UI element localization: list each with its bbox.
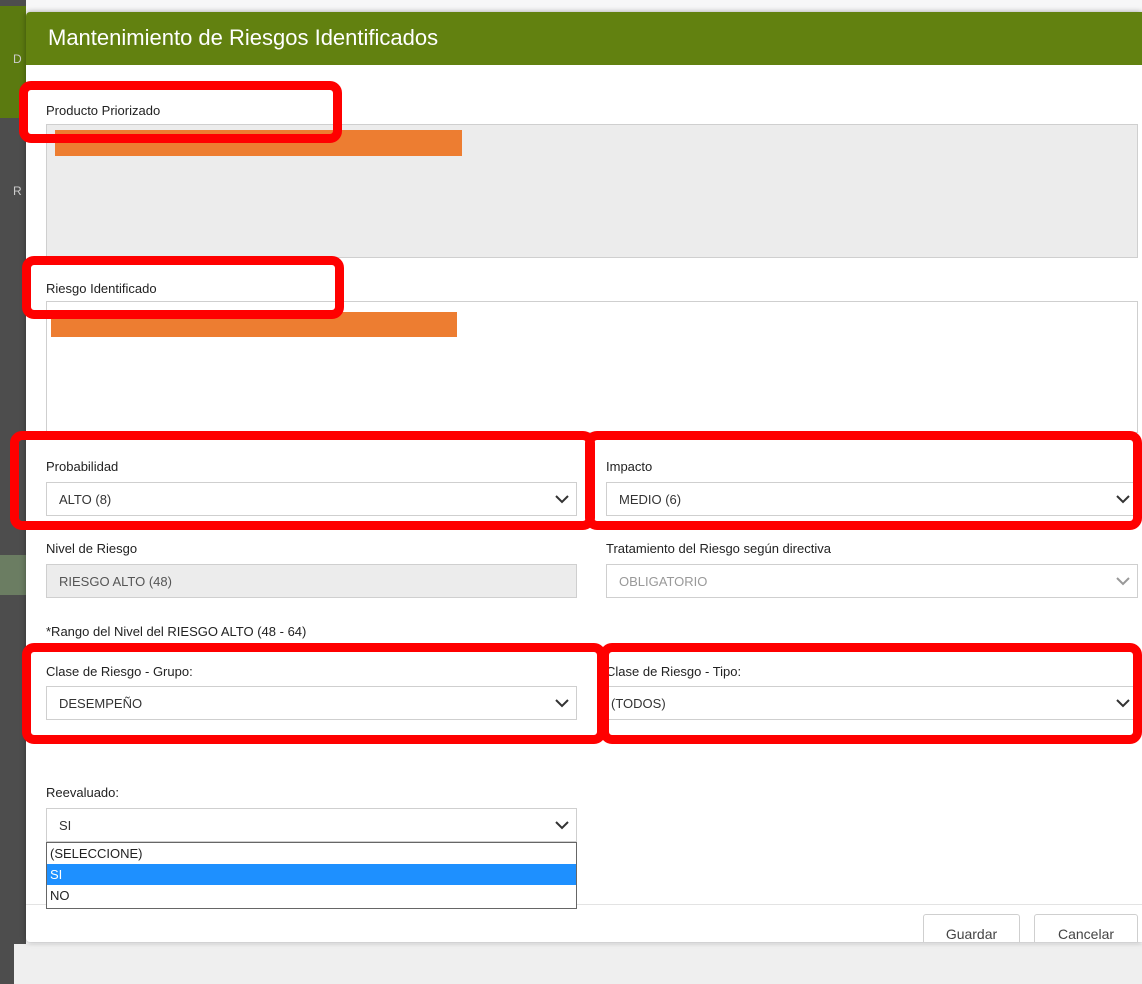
save-button[interactable]: Guardar xyxy=(923,914,1020,942)
background-text-fragment: D xyxy=(13,52,22,66)
background-row xyxy=(0,555,26,595)
reevaluado-value: SI xyxy=(59,817,72,833)
nivel-label: Nivel de Riesgo xyxy=(46,541,138,556)
highlight-box xyxy=(19,81,342,143)
highlight-box xyxy=(10,431,595,530)
cancel-button[interactable]: Cancelar xyxy=(1034,914,1138,942)
tratamiento-select: OBLIGATORIO xyxy=(606,564,1138,598)
modal-header: Mantenimiento de Riesgos Identificados xyxy=(26,12,1142,65)
chevron-down-icon xyxy=(1109,576,1137,586)
dropdown-option-seleccione[interactable]: (SELECCIONE) xyxy=(47,843,576,864)
chevron-down-icon xyxy=(548,820,576,830)
tratamiento-label: Tratamiento del Riesgo según directiva xyxy=(606,541,831,556)
highlight-box xyxy=(600,643,1142,744)
nivel-field: RIESGO ALTO (48) xyxy=(46,564,577,598)
tratamiento-value: OBLIGATORIO xyxy=(619,573,708,589)
dropdown-option-si[interactable]: SI xyxy=(47,864,576,885)
highlight-box xyxy=(22,643,606,744)
reevaluado-select[interactable]: SI xyxy=(46,808,577,842)
highlight-box xyxy=(585,431,1142,530)
reevaluado-label: Reevaluado: xyxy=(46,785,119,800)
rango-note: *Rango del Nivel del RIESGO ALTO (48 - 6… xyxy=(46,624,307,639)
dropdown-option-no[interactable]: NO xyxy=(47,885,576,906)
modal-title: Mantenimiento de Riesgos Identificados xyxy=(48,25,439,50)
background-text-fragment: R xyxy=(13,184,22,198)
reevaluado-dropdown-list: (SELECCIONE) SI NO xyxy=(46,842,577,909)
highlight-box xyxy=(22,256,344,319)
background-footer xyxy=(14,944,1142,984)
nivel-value: RIESGO ALTO (48) xyxy=(59,573,172,589)
